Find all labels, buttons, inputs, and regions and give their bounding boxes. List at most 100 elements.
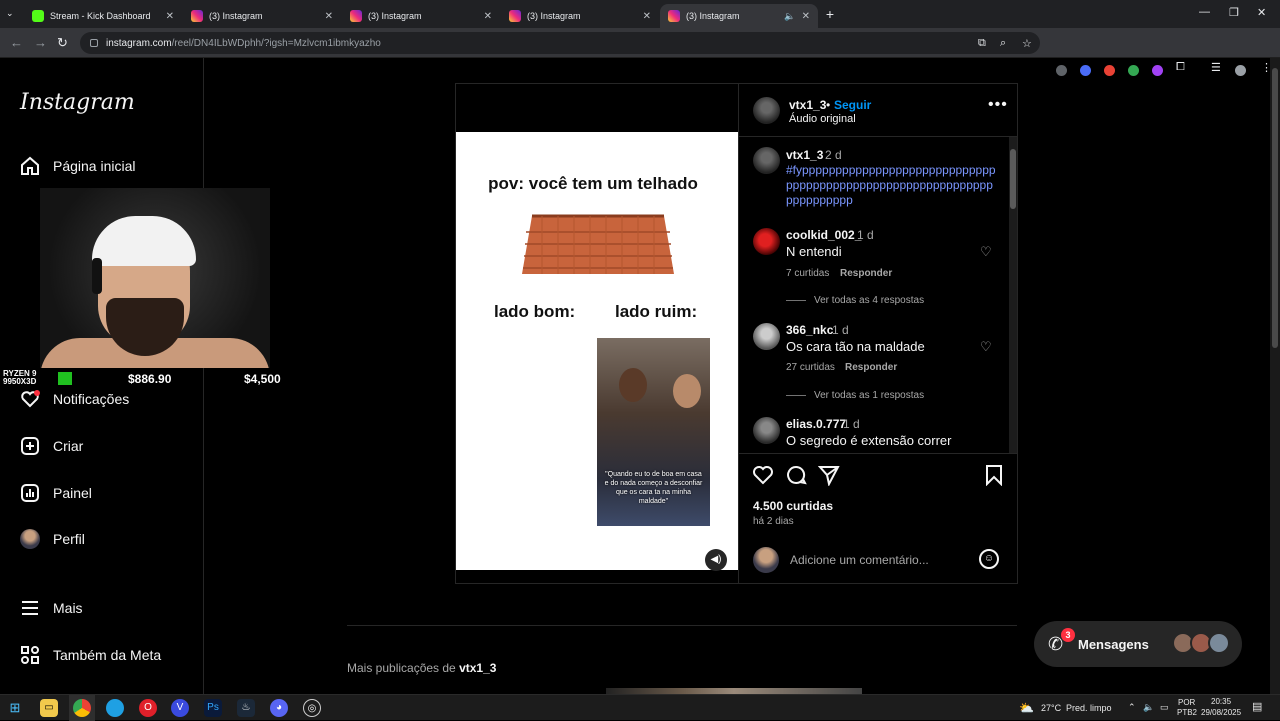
extension-icon[interactable] — [1128, 65, 1139, 76]
comments-list[interactable]: vtx1_3 2 d #fypppppppppppppppppppppppppp… — [739, 137, 1018, 454]
share-icon[interactable] — [817, 464, 840, 492]
sidebar-item-home[interactable]: Página inicial — [20, 156, 136, 176]
tab-search-icon[interactable]: ⌄ — [6, 8, 14, 19]
close-tab-icon[interactable]: ✕ — [325, 11, 333, 22]
sidebar-item-also-from-meta[interactable]: Também da Meta — [20, 645, 161, 665]
like-comment-icon[interactable]: ♡ — [980, 339, 992, 355]
zoom-icon[interactable]: ⌕ — [1000, 37, 1006, 50]
scrollbar-thumb[interactable] — [1272, 68, 1278, 348]
view-replies-button[interactable]: Ver todas as 4 respostas — [786, 295, 924, 306]
reload-icon[interactable]: ↻ — [57, 35, 68, 51]
caption-username[interactable]: vtx1_3 — [786, 148, 823, 162]
extension-icon[interactable] — [1104, 65, 1115, 76]
save-bookmark-icon[interactable] — [984, 464, 1004, 492]
caption-text[interactable]: #fyppppppppppppppppppppppppppppppppppppp… — [786, 163, 998, 208]
reply-button[interactable]: Responder — [845, 362, 897, 373]
tab-instagram-2[interactable]: (3) Instagram ✕ — [342, 4, 500, 28]
more-posts-username[interactable]: vtx1_3 — [459, 661, 496, 675]
messages-button[interactable]: ✆ 3 Mensagens — [1034, 621, 1242, 667]
reading-list-icon[interactable]: ☰ — [1211, 61, 1221, 74]
address-bar[interactable]: instagram.com /reel/DN4ILbWDphh/?igsh=Mz… — [80, 32, 1040, 54]
reply-button[interactable]: Responder — [840, 268, 892, 279]
cpu-label: RYZEN 9 9950X3D — [3, 369, 37, 386]
photoshop-icon[interactable]: Ps — [204, 699, 222, 717]
audio-label[interactable]: Áudio original — [789, 113, 856, 125]
comment-avatar[interactable] — [753, 228, 780, 255]
comment-username[interactable]: coolkid_002_ — [786, 228, 861, 242]
comment-icon[interactable] — [785, 464, 807, 492]
opera-icon[interactable]: O — [139, 699, 157, 717]
comments-scrollbar[interactable] — [1009, 137, 1017, 453]
close-tab-icon[interactable]: ✕ — [802, 11, 810, 22]
speaker-icon[interactable]: 🔈 — [1143, 702, 1154, 713]
sidebar-item-create[interactable]: Criar — [20, 436, 83, 456]
minimize-button[interactable]: — — [1199, 6, 1210, 18]
new-tab-button[interactable]: + — [822, 6, 838, 22]
instagram-logo[interactable]: Instagram — [20, 90, 135, 115]
close-tab-icon[interactable]: ✕ — [484, 11, 492, 22]
like-comment-icon[interactable]: ♡ — [980, 244, 992, 260]
notifications-icon[interactable]: ▤ — [1252, 700, 1262, 713]
tab-title: (3) Instagram — [368, 11, 422, 21]
windows-start-icon[interactable]: ⊞ — [6, 699, 24, 717]
page-scrollbar[interactable] — [1270, 58, 1280, 694]
close-tab-icon[interactable]: ✕ — [166, 11, 174, 22]
tab-instagram-active[interactable]: (3) Instagram 🔈 ✕ — [660, 4, 818, 28]
bookmark-star-icon[interactable]: ☆ — [1022, 37, 1032, 50]
comment-likes[interactable]: 27 curtidas — [786, 362, 835, 373]
sidebar-item-notifications[interactable]: Notificações — [20, 389, 129, 409]
tab-kick-dashboard[interactable]: Stream - Kick Dashboard ✕ — [24, 4, 182, 28]
like-icon[interactable] — [752, 464, 774, 492]
extension-shield-icon[interactable] — [1056, 65, 1067, 76]
restore-button[interactable]: ❐ — [1229, 6, 1239, 19]
language-primary[interactable]: POR — [1178, 698, 1195, 707]
close-window-button[interactable]: ✕ — [1257, 6, 1266, 19]
vpn-icon[interactable]: V — [171, 699, 189, 717]
speaker-icon[interactable]: 🔈 — [784, 11, 795, 22]
likes-count[interactable]: 4.500 curtidas — [753, 499, 833, 513]
clock-time[interactable]: 20:35 — [1211, 697, 1231, 706]
weather-temp[interactable]: 27°C — [1041, 703, 1061, 713]
author-avatar[interactable] — [753, 97, 780, 124]
author-username[interactable]: vtx1_3 — [789, 98, 826, 112]
cast-icon[interactable]: ⧉ — [978, 37, 986, 50]
network-icon[interactable]: ▭ — [1160, 702, 1169, 713]
comment-username[interactable]: 366_nkc — [786, 323, 833, 337]
more-options-icon[interactable]: ••• — [988, 96, 1008, 114]
author-avatar[interactable] — [753, 147, 780, 174]
emoji-icon[interactable]: ☺ — [979, 549, 999, 569]
profile-avatar[interactable] — [1235, 65, 1246, 76]
mute-button[interactable]: ◀) — [705, 549, 727, 571]
tab-instagram-1[interactable]: (3) Instagram ✕ — [183, 4, 341, 28]
clock-date[interactable]: 29/08/2025 — [1201, 708, 1241, 717]
follow-button[interactable]: Seguir — [834, 98, 871, 112]
language-secondary[interactable]: PTB2 — [1177, 708, 1197, 717]
view-replies-button[interactable]: Ver todas as 1 respostas — [786, 390, 924, 401]
weather-desc[interactable]: Pred. limpo — [1066, 703, 1112, 713]
sidebar-item-dashboard[interactable]: Painel — [20, 483, 92, 503]
obs-icon[interactable]: ◎ — [303, 699, 321, 717]
forward-icon[interactable]: → — [34, 35, 47, 50]
extensions-puzzle-icon[interactable]: ⧠ — [1176, 61, 1185, 74]
file-explorer-icon[interactable]: ▭ — [40, 699, 58, 717]
tray-chevron-icon[interactable]: ⌃ — [1128, 702, 1136, 713]
comment-input[interactable]: Adicione um comentário... — [790, 553, 929, 567]
back-icon[interactable]: ← — [10, 35, 23, 50]
sidebar-item-profile[interactable]: Perfil — [20, 529, 85, 549]
tab-instagram-3[interactable]: (3) Instagram ✕ — [501, 4, 659, 28]
edge-icon[interactable] — [106, 699, 124, 717]
steam-icon[interactable]: ♨ — [237, 699, 255, 717]
chrome-icon[interactable] — [73, 699, 91, 717]
extension-icon[interactable] — [1152, 65, 1163, 76]
site-info-icon[interactable] — [90, 39, 98, 47]
reel-media[interactable]: pov: você tem um telhado lado bom: lado … — [456, 132, 738, 571]
comment-username[interactable]: elias.0.777 — [786, 417, 846, 431]
comment-likes[interactable]: 7 curtidas — [786, 268, 829, 279]
discord-icon[interactable]: ◕ — [270, 699, 288, 717]
extension-icon[interactable] — [1080, 65, 1091, 76]
comment-avatar[interactable] — [753, 323, 780, 350]
comment-avatar[interactable] — [753, 417, 780, 444]
close-tab-icon[interactable]: ✕ — [643, 11, 651, 22]
sidebar-item-more[interactable]: Mais — [20, 598, 83, 618]
scrollbar-thumb[interactable] — [1010, 149, 1016, 209]
